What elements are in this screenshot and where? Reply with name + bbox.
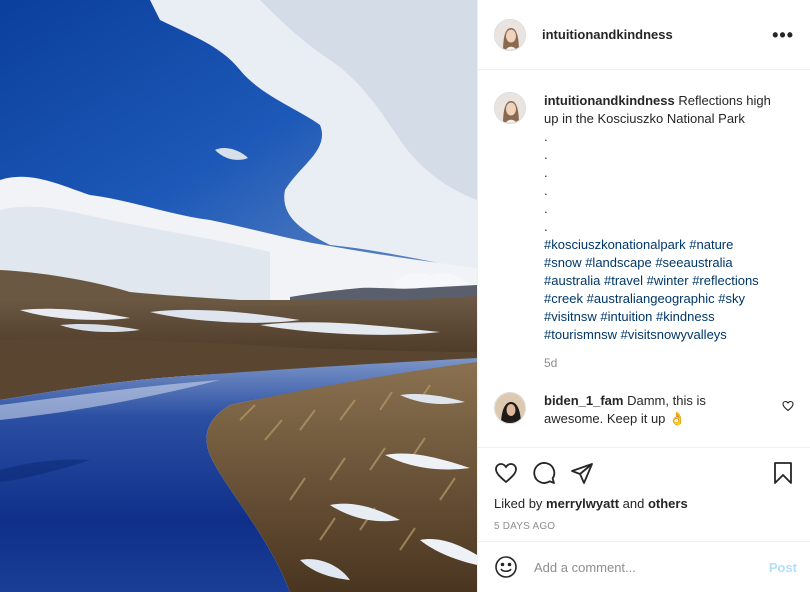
likes-summary: Liked by merrylwyatt and others (494, 496, 795, 511)
caption-dot: . (544, 201, 548, 216)
comments-area: intuitionandkindness Reflections high up… (478, 70, 810, 445)
liker-username[interactable]: merrylwyatt (546, 496, 619, 511)
hashtag[interactable]: #nature (689, 237, 733, 252)
hashtag[interactable]: #seeaustralia (655, 255, 732, 270)
caption: intuitionandkindness Reflections high up… (494, 92, 794, 372)
hashtag[interactable]: #visitnsw (544, 309, 597, 324)
likes-others-link[interactable]: others (648, 496, 688, 511)
more-icon[interactable]: ••• (772, 26, 794, 44)
post-photo[interactable] (0, 0, 477, 592)
caption-dot: . (544, 183, 548, 198)
hashtag[interactable]: #landscape (585, 255, 652, 270)
share-icon[interactable] (570, 461, 594, 485)
caption-age[interactable]: 5d (544, 354, 784, 372)
comment-icon[interactable] (532, 461, 556, 485)
caption-dot: . (544, 147, 548, 162)
add-comment-bar: Post (478, 541, 810, 592)
caption-dots: . . . . . . (544, 128, 784, 236)
post-sidebar: intuitionandkindness ••• intuitionandkin… (477, 0, 810, 592)
post-dialog: intuitionandkindness ••• intuitionandkin… (0, 0, 810, 592)
hashtag[interactable]: #tourismnsw (544, 327, 617, 342)
caption-dot: . (544, 129, 548, 144)
post-comment-button[interactable]: Post (769, 560, 797, 575)
comment-text: biden_1_fam Damm, this is awesome. Keep … (544, 392, 764, 428)
comment-like-heart-icon[interactable] (782, 400, 794, 415)
hashtag[interactable]: #winter (647, 273, 689, 288)
commenter-avatar[interactable] (494, 392, 526, 424)
caption-username[interactable]: intuitionandkindness (544, 93, 675, 108)
caption-text: intuitionandkindness Reflections high up… (544, 92, 784, 372)
hashtag[interactable]: #reflections (692, 273, 758, 288)
hashtag[interactable]: #kindness (656, 309, 715, 324)
author-username[interactable]: intuitionandkindness (542, 27, 673, 42)
action-bar (494, 460, 795, 486)
hashtag[interactable]: #australiangeographic (587, 291, 715, 306)
landscape-photo (0, 0, 477, 592)
emoji-icon[interactable] (494, 555, 518, 579)
hashtag[interactable]: #australia (544, 273, 600, 288)
hashtag[interactable]: #sky (718, 291, 745, 306)
hashtag-list: #kosciuszkonationalpark #nature #snow #l… (544, 236, 784, 344)
caption-dot: . (544, 219, 548, 234)
hashtag[interactable]: #creek (544, 291, 583, 306)
author-avatar[interactable] (494, 18, 526, 51)
hashtag[interactable]: #kosciuszkonationalpark (544, 237, 686, 252)
caption-avatar[interactable] (494, 92, 526, 124)
commenter-username[interactable]: biden_1_fam (544, 393, 623, 408)
likes-prefix: Liked by (494, 496, 547, 511)
bookmark-icon[interactable] (771, 461, 795, 485)
heart-icon[interactable] (494, 461, 518, 485)
hashtag[interactable]: #snow (544, 255, 582, 270)
post-actions: Liked by merrylwyatt and others 5 DAYS A… (478, 447, 810, 532)
comment-item: biden_1_fam Damm, this is awesome. Keep … (494, 392, 794, 428)
post-timestamp[interactable]: 5 DAYS AGO (494, 521, 795, 532)
hashtag[interactable]: #intuition (600, 309, 652, 324)
post-header: intuitionandkindness ••• (478, 0, 810, 70)
caption-dot: . (544, 165, 548, 180)
hashtag[interactable]: #travel (604, 273, 643, 288)
likes-and: and (619, 496, 648, 511)
hashtag[interactable]: #visitsnowyvalleys (621, 327, 727, 342)
comment-input[interactable] (534, 559, 769, 575)
